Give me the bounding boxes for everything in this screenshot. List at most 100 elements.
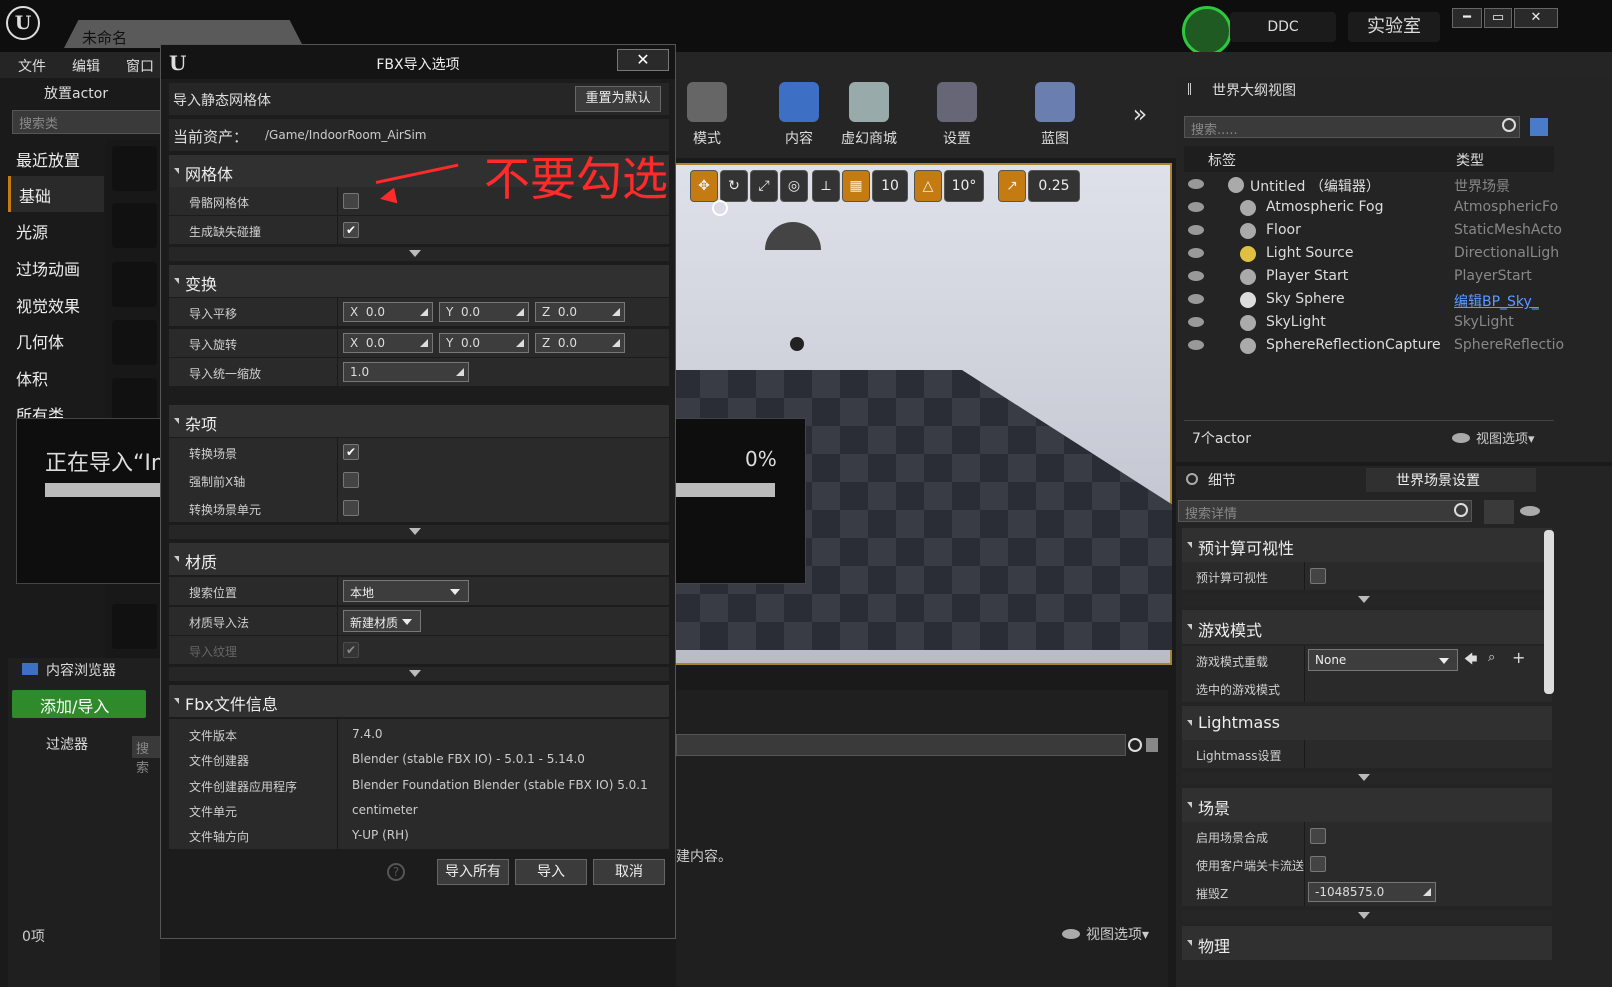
visibility-eye-icon[interactable] [1188, 248, 1204, 258]
property-matrix-icon[interactable] [1484, 500, 1514, 524]
convert-unit-checkbox[interactable] [343, 500, 359, 516]
filters-button[interactable]: 过滤器 [46, 734, 88, 754]
lightmass-section[interactable]: Lightmass [1182, 706, 1552, 740]
outliner-row[interactable]: Atmospheric Fog AtmosphericFo [1184, 197, 1604, 220]
grid-snap-icon[interactable]: ▦ [842, 170, 870, 202]
rotation-y-field[interactable]: Y 0.0 [439, 333, 529, 353]
precompute-visibility-section[interactable]: 预计算可视性 [1182, 528, 1552, 562]
player-start-icon[interactable] [112, 378, 157, 423]
minimize-button[interactable]: ━ [1452, 8, 1482, 28]
details-search-input[interactable]: 搜索详情 [1178, 500, 1472, 522]
visibility-eye-icon[interactable] [1188, 340, 1204, 350]
grid-size-value[interactable]: 10 [872, 170, 908, 202]
rotate-tool-icon[interactable]: ↻ [720, 170, 748, 202]
source-control-icon[interactable] [1182, 6, 1232, 56]
import-textures-checkbox[interactable]: ✔ [343, 642, 359, 658]
outliner-row[interactable]: SphereReflectionCapture SphereReflectio [1184, 335, 1604, 358]
marketplace-button[interactable]: 虚幻商城 [834, 82, 904, 154]
scale-snap-icon[interactable]: ↗ [998, 170, 1026, 202]
outliner-row[interactable]: Untitled （编辑器） 世界场景 [1184, 174, 1604, 197]
skeletal-mesh-checkbox[interactable] [343, 193, 359, 209]
selected-game-mode-row[interactable]: 选中的游戏模式 [1182, 674, 1552, 702]
translation-y-field[interactable]: Y 0.0 [439, 302, 529, 322]
translation-x-field[interactable]: X 0.0 [343, 302, 433, 322]
cancel-button[interactable]: 取消 [593, 859, 665, 885]
category-cinematic[interactable]: 过场动画 [8, 249, 104, 285]
place-actors-tab[interactable]: 放置actor [8, 80, 168, 104]
category-geometry[interactable]: 几何体 [8, 322, 104, 358]
world-settings-tab[interactable]: 世界场景设置 [1366, 468, 1536, 492]
details-scrollbar[interactable] [1544, 530, 1554, 694]
game-mode-section[interactable]: 游戏模式 [1182, 610, 1552, 644]
close-window-button[interactable]: ✕ [1514, 8, 1558, 28]
dialog-close-button[interactable]: ✕ [617, 49, 669, 71]
world-space-icon[interactable]: ◎ [780, 170, 808, 202]
misc-advanced-expander[interactable] [169, 525, 669, 539]
category-volumes[interactable]: 体积 [8, 359, 104, 395]
physics-section[interactable]: 物理 [1182, 926, 1552, 960]
visibility-eye-icon[interactable] [1188, 179, 1204, 189]
rotate-snap-value[interactable]: 10° [944, 170, 984, 202]
precompute-expander[interactable] [1182, 594, 1552, 606]
transform-section-header[interactable]: 变换 [169, 265, 669, 297]
help-icon[interactable]: ? [387, 863, 405, 881]
outliner-search-input[interactable]: 搜索..... [1184, 116, 1520, 138]
edit-blueprint-link[interactable]: 编辑BP_Sky_ [1454, 291, 1604, 311]
details-tab[interactable]: 细节 [1186, 470, 1236, 490]
visibility-eye-icon[interactable] [1188, 294, 1204, 304]
menu-file[interactable]: 文件 [18, 56, 46, 76]
outliner-row[interactable]: SkyLight SkyLight [1184, 312, 1604, 335]
client-streaming-checkbox[interactable] [1310, 856, 1326, 872]
use-selected-arrow-icon[interactable]: 🡄 [1464, 650, 1477, 672]
outliner-row[interactable]: Floor StaticMeshActo [1184, 220, 1604, 243]
outliner-row[interactable]: Sky Sphere 编辑BP_Sky_ [1184, 289, 1604, 312]
pawn-actor-icon[interactable] [112, 262, 157, 307]
outliner-tab[interactable]: 世界大纲视图 [1188, 80, 1296, 100]
light-actor-icon[interactable] [112, 320, 157, 365]
import-button[interactable]: 导入 [515, 859, 587, 885]
outliner-row[interactable]: Light Source DirectionalLigh [1184, 243, 1604, 266]
type-column-header[interactable]: 类型 [1456, 150, 1484, 170]
character-actor-icon[interactable] [112, 203, 157, 248]
view-options-button[interactable]: 视图选项▾ [1062, 924, 1149, 944]
material-section-header[interactable]: 材质 [169, 543, 669, 575]
lightmass-expander[interactable] [1182, 772, 1552, 784]
visibility-eye-icon[interactable] [1188, 317, 1204, 327]
content-button[interactable]: 内容 [764, 82, 834, 154]
lightmass-settings-row[interactable]: Lightmass设置 [1182, 740, 1552, 768]
rotation-x-field[interactable]: X 0.0 [343, 333, 433, 353]
kill-z-field[interactable]: -1048575.0 [1308, 882, 1436, 902]
class-search-input[interactable]: 搜索类 [12, 110, 162, 134]
asset-search-input[interactable]: 搜索 [132, 736, 162, 776]
mesh-advanced-expander[interactable] [169, 247, 669, 261]
save-icon[interactable] [1146, 738, 1158, 752]
sphere-actor-icon[interactable] [112, 146, 157, 191]
uniform-scale-field[interactable]: 1.0 [343, 362, 469, 382]
enable-composition-checkbox[interactable] [1310, 828, 1326, 844]
category-visual-effects[interactable]: 视觉效果 [8, 286, 104, 322]
blueprints-button[interactable]: 蓝图 [1020, 82, 1090, 154]
path-search-bar[interactable] [676, 734, 1126, 756]
visibility-eye-icon[interactable] [1188, 225, 1204, 235]
search-icon[interactable] [1128, 738, 1142, 752]
rotation-z-field[interactable]: Z 0.0 [535, 333, 625, 353]
menu-edit[interactable]: 编辑 [72, 56, 100, 76]
translation-z-field[interactable]: Z 0.0 [535, 302, 625, 322]
visibility-eye-icon[interactable] [1188, 271, 1204, 281]
force-front-x-checkbox[interactable] [343, 472, 359, 488]
scale-tool-icon[interactable]: ⤢ [750, 170, 778, 202]
generate-collision-checkbox[interactable]: ✔ [343, 222, 359, 238]
import-all-button[interactable]: 导入所有 [437, 859, 509, 885]
ddc-button[interactable]: DDC [1230, 12, 1336, 42]
browse-search-icon[interactable]: ⌕ [1488, 650, 1495, 665]
details-eye-icon[interactable] [1520, 506, 1540, 516]
game-mode-override-dropdown[interactable]: None [1308, 649, 1458, 671]
scene-section[interactable]: 场景 [1182, 788, 1552, 822]
settings-button[interactable]: 设置 [922, 82, 992, 154]
menu-window[interactable]: 窗口 [126, 56, 154, 76]
more-toolbar-button[interactable]: » [1120, 82, 1160, 154]
misc-section-header[interactable]: 杂项 [169, 405, 669, 437]
translate-tool-icon[interactable]: ✥ [690, 170, 718, 202]
details-search-icon[interactable] [1454, 503, 1468, 517]
maximize-button[interactable]: ▭ [1484, 8, 1512, 28]
